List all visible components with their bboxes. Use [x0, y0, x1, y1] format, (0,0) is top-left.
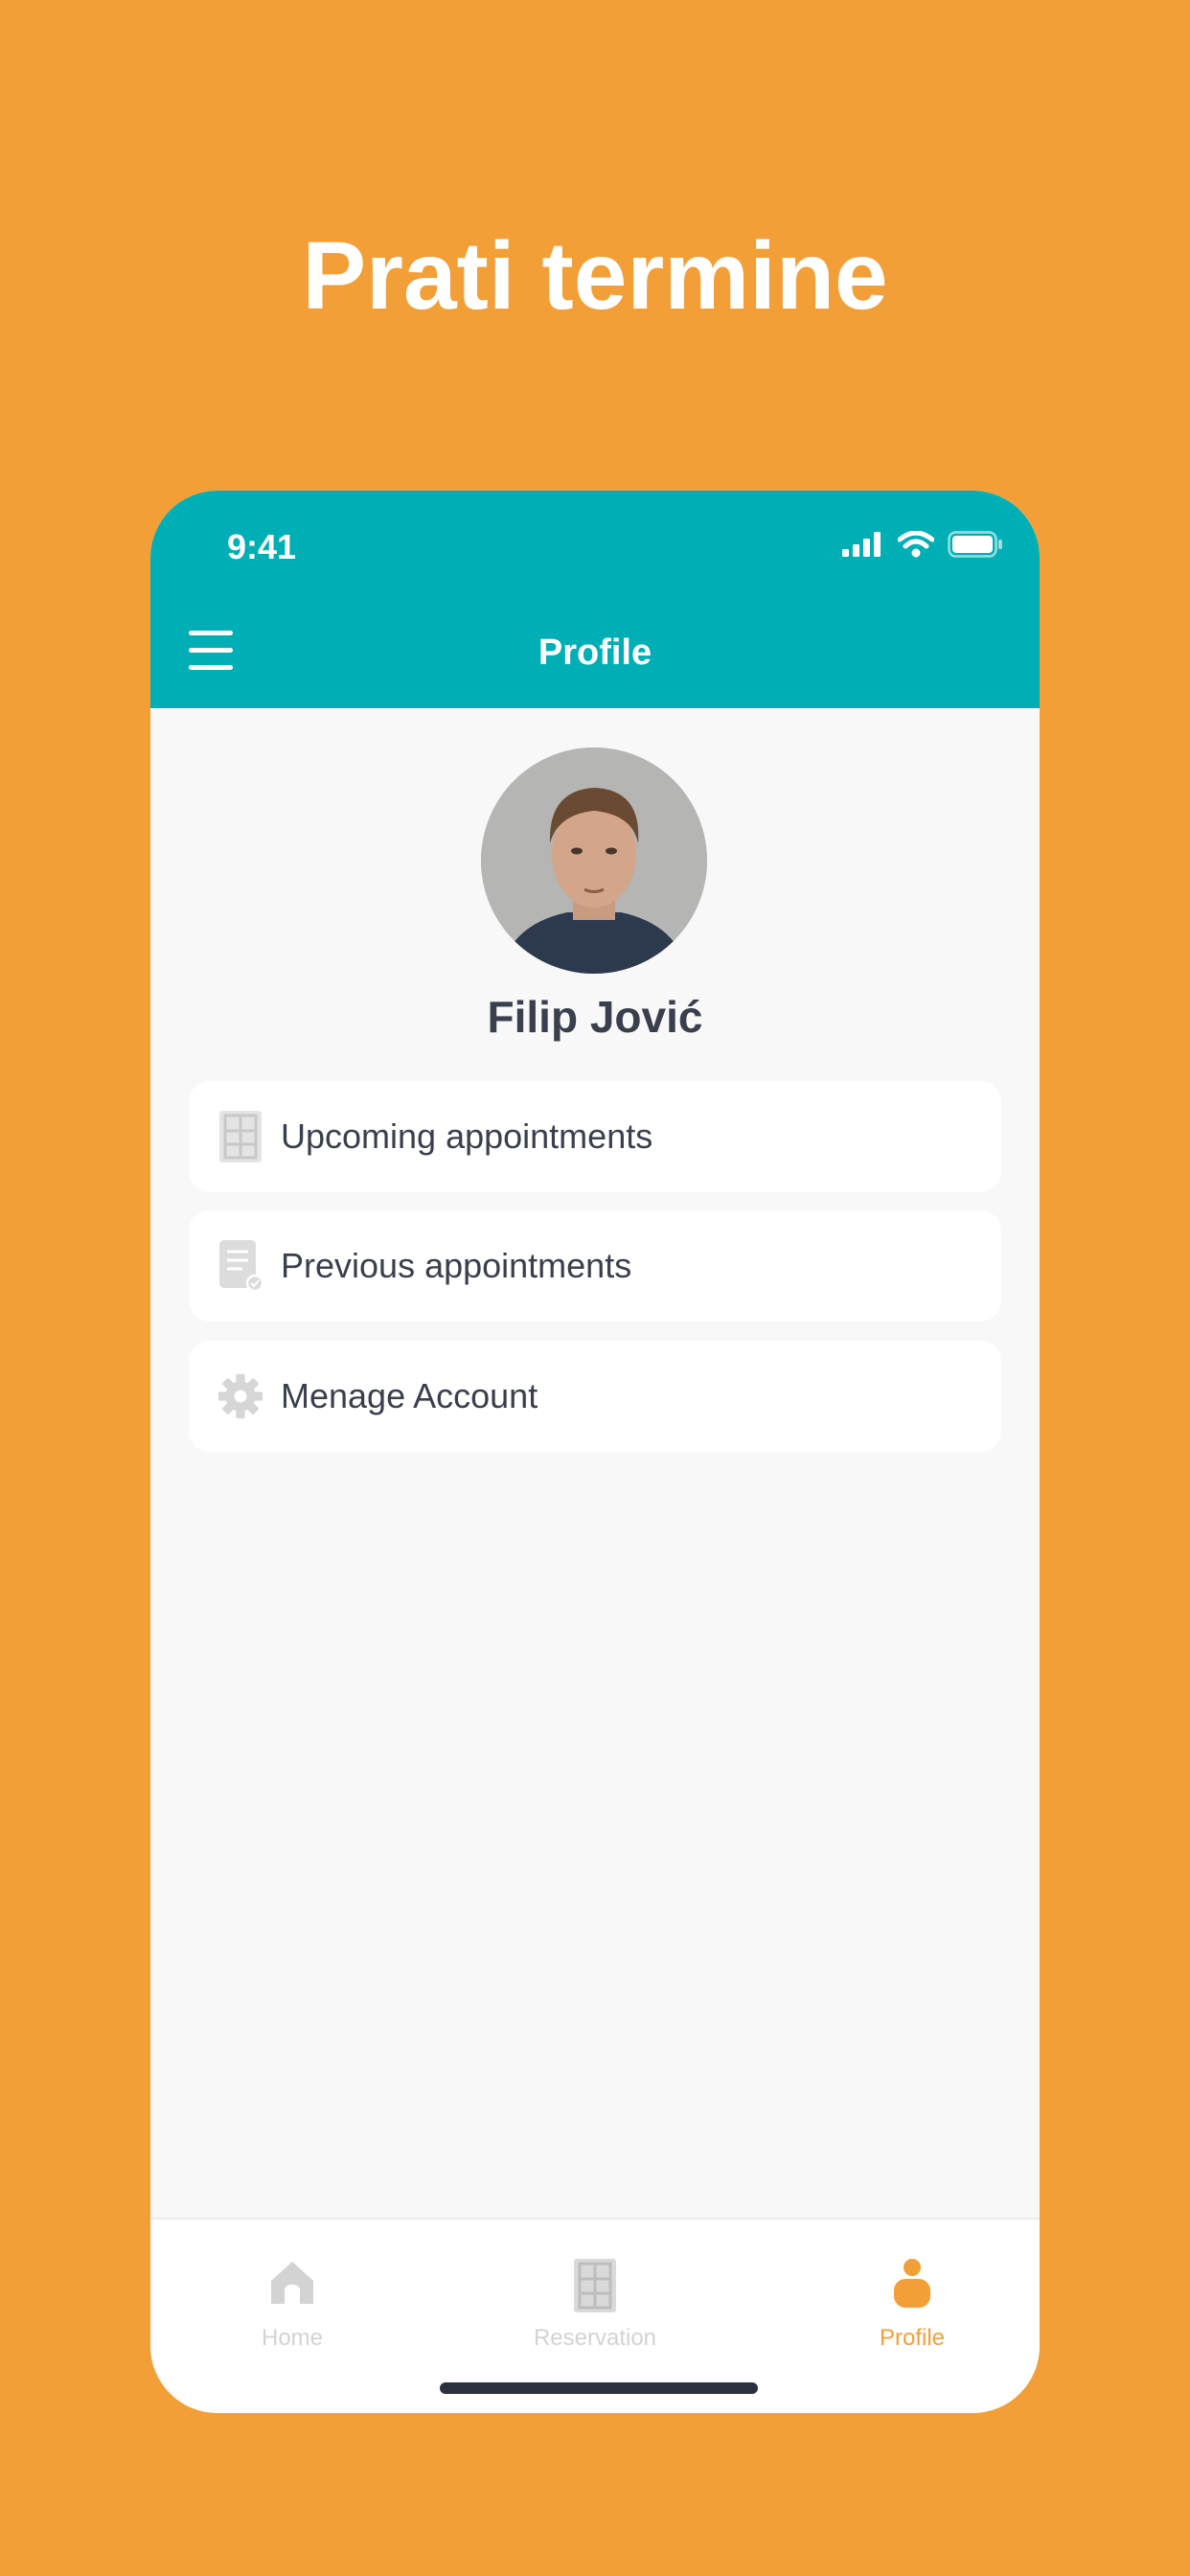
app-header: 9:41 Profile: [150, 491, 1040, 708]
tab-profile[interactable]: Profile: [788, 2220, 1037, 2354]
signal-icon: [842, 532, 881, 557]
tab-reservation[interactable]: Reservation: [470, 2220, 720, 2354]
status-time: 9:41: [227, 527, 297, 566]
menu-item-label: Previous appointments: [281, 1246, 632, 1285]
tab-home[interactable]: Home: [168, 2220, 417, 2354]
tab-label: Profile: [879, 2325, 946, 2351]
battery-icon: [948, 531, 1002, 558]
upcoming-appointments-item[interactable]: Upcoming appointments: [189, 1081, 1001, 1192]
user-name: Filip Jović: [487, 992, 703, 1042]
home-icon: [168, 2258, 417, 2317]
manage-account-item[interactable]: Menage Account: [189, 1341, 1001, 1452]
menu-item-label: Upcoming appointments: [281, 1116, 653, 1156]
document-icon: [217, 1239, 263, 1293]
phone-frame: 9:41 Profile Filip Jović Upcoming appoin…: [150, 491, 1040, 2413]
calendar-icon: [217, 1110, 263, 1163]
home-indicator: [440, 2382, 758, 2394]
wifi-icon: [898, 531, 934, 558]
bottom-tab-bar: Home Reservation Profile: [150, 2218, 1040, 2413]
avatar-photo: [481, 748, 707, 974]
calendar-icon: [470, 2258, 720, 2317]
promo-headline: Prati termine: [302, 222, 888, 330]
previous-appointments-item[interactable]: Previous appointments: [189, 1210, 1001, 1322]
tab-label: Reservation: [533, 2325, 657, 2351]
menu-item-label: Menage Account: [281, 1376, 538, 1415]
page-title: Profile: [538, 632, 652, 673]
tab-label: Home: [261, 2325, 324, 2351]
status-icons: [842, 531, 1003, 558]
gear-icon: [217, 1369, 263, 1423]
avatar: [481, 748, 707, 974]
person-icon: [788, 2258, 1037, 2317]
